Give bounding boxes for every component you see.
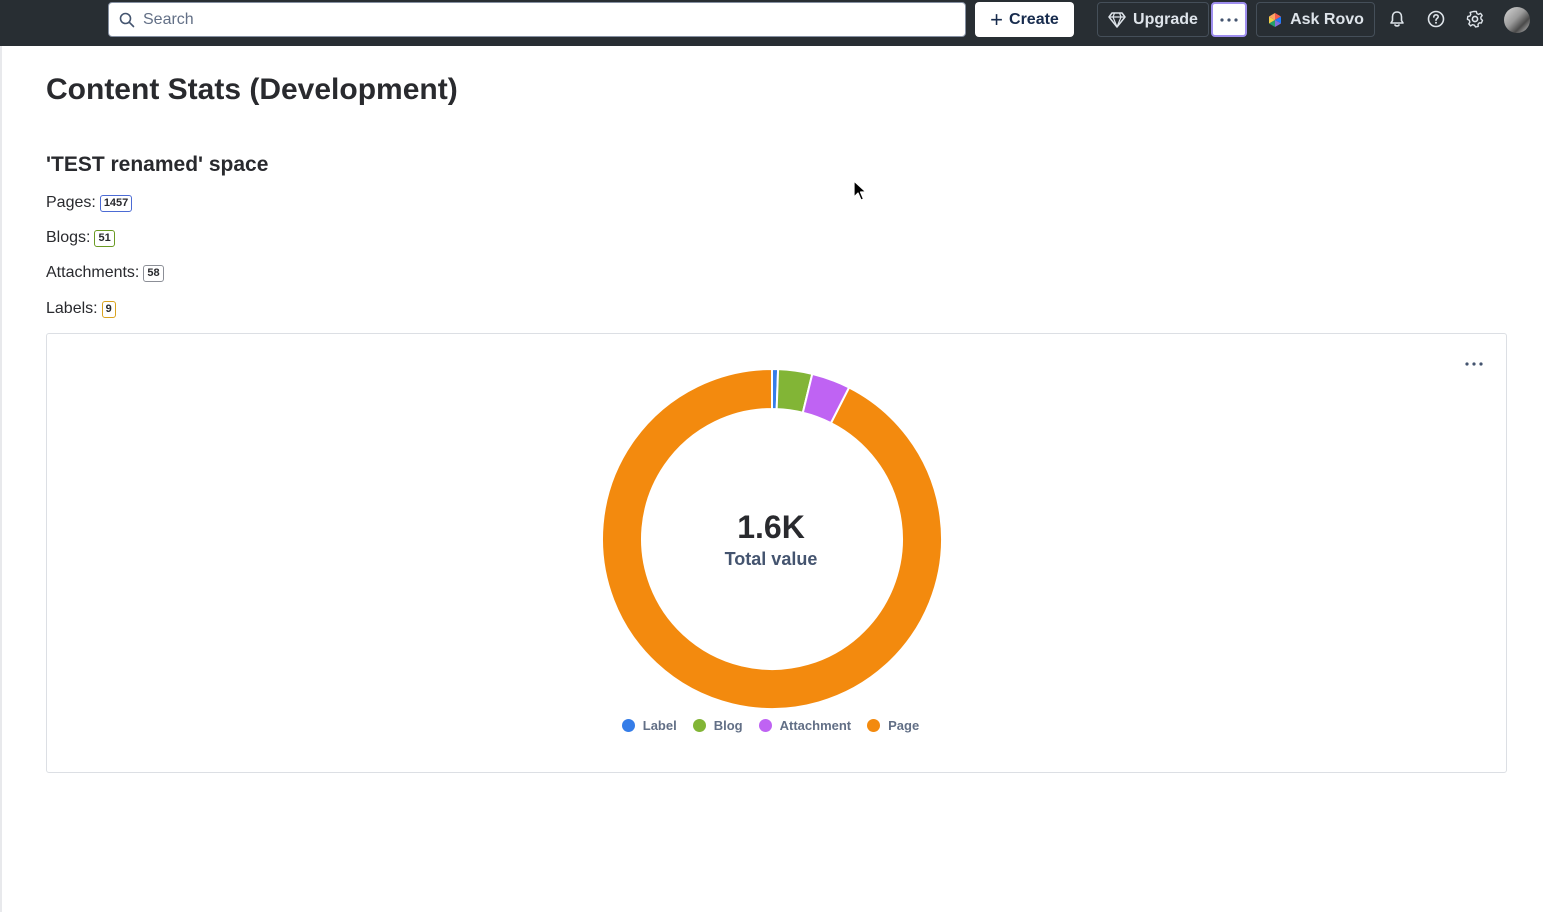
sidebar-divider [0, 46, 2, 912]
diamond-icon [1108, 11, 1126, 28]
legend-item-page[interactable]: Page [867, 718, 919, 733]
stat-pages: Pages: 1457 [46, 193, 133, 213]
stat-badge-pages: 1457 [99, 194, 133, 212]
stat-badge-labels: 9 [101, 300, 116, 318]
legend-dot [692, 719, 706, 732]
stat-label: Attachments: [46, 264, 140, 281]
mouse-cursor-icon [853, 180, 867, 201]
ask-rovo-button[interactable]: Ask Rovo [1256, 2, 1375, 37]
stat-badge-blogs: 51 [94, 229, 115, 247]
chart-card: 1.6K Total value Label Blog Attachment Page [46, 333, 1507, 773]
plus-icon: + [990, 6, 1004, 32]
legend-dot [867, 719, 881, 732]
stat-label: Blogs: [46, 229, 91, 246]
create-button-label: Create [1009, 10, 1059, 28]
chart-more-options-button[interactable] [1462, 354, 1486, 374]
rovo-icon [1269, 12, 1282, 27]
stat-attachments: Attachments: 58 [46, 263, 164, 283]
search-placeholder: Search [143, 10, 194, 28]
stat-label: Pages: [46, 194, 96, 211]
chart-legend: Label Blog Attachment Page [47, 718, 1494, 733]
ask-rovo-label: Ask Rovo [1290, 10, 1364, 28]
search-input[interactable]: Search [108, 2, 966, 37]
page-title: Content Stats (Development) [46, 73, 458, 106]
legend-dot [621, 719, 635, 732]
bell-icon [1390, 11, 1404, 27]
legend-label: Attachment [779, 718, 852, 733]
legend-item-label[interactable]: Label [621, 718, 677, 733]
more-options-button[interactable] [1211, 2, 1247, 37]
notifications-button[interactable] [1385, 7, 1409, 31]
space-heading: 'TEST renamed' space [46, 153, 269, 176]
top-navigation-bar: Search + Create Upgrade Ask Rovo [0, 0, 1543, 46]
legend-item-blog[interactable]: Blog [692, 718, 743, 733]
upgrade-button[interactable]: Upgrade [1097, 2, 1209, 37]
upgrade-button-label: Upgrade [1133, 10, 1198, 28]
stat-labels: Labels: 9 [46, 299, 116, 319]
stat-badge-attachments: 58 [143, 264, 164, 282]
settings-button[interactable] [1463, 7, 1487, 31]
legend-label: Blog [713, 718, 743, 733]
stat-label: Labels: [46, 300, 98, 317]
legend-label: Label [642, 718, 677, 733]
legend-dot [758, 719, 772, 732]
search-icon [119, 12, 135, 27]
create-button[interactable]: + Create [975, 2, 1074, 37]
avatar[interactable] [1504, 7, 1530, 33]
ellipsis-icon [1220, 17, 1238, 22]
legend-label: Page [888, 718, 920, 733]
help-button[interactable] [1424, 7, 1448, 31]
legend-item-attachment[interactable]: Attachment [758, 718, 852, 733]
help-icon [1427, 10, 1445, 28]
total-value: 1.6K [737, 509, 805, 545]
gear-icon [1466, 10, 1484, 28]
ellipsis-icon [1465, 362, 1483, 366]
total-value-label: Total value [724, 549, 818, 569]
stat-blogs: Blogs: 51 [46, 228, 115, 248]
